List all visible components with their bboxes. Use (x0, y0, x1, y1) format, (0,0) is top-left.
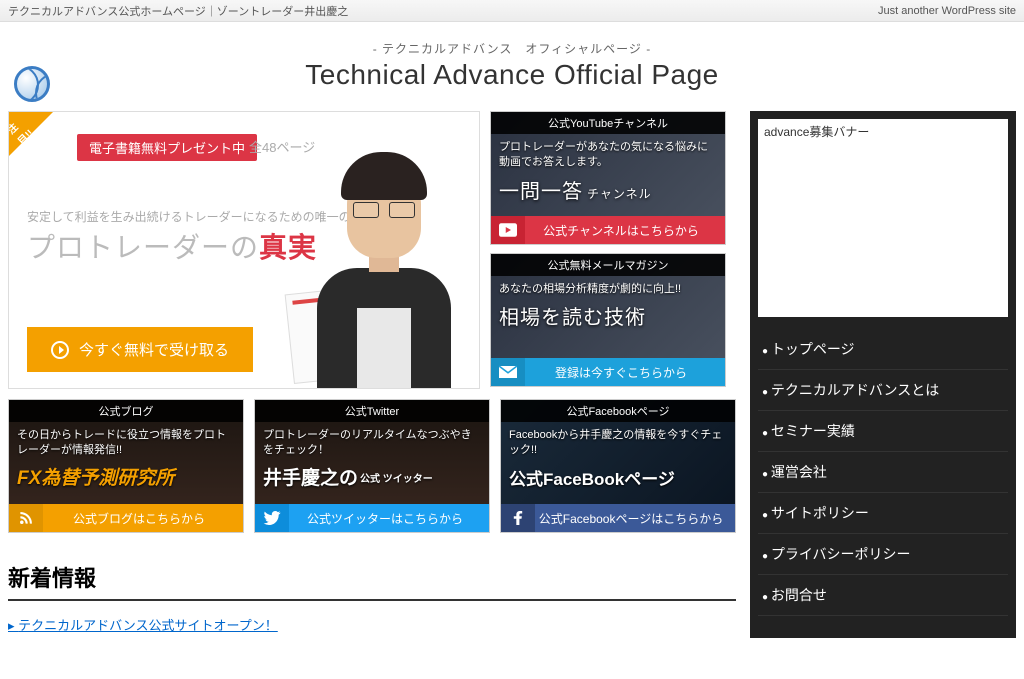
facebook-card[interactable]: 公式Facebookページ Facebookから井手慶之の情報を今すぐチェック!… (500, 399, 736, 533)
card-title: FX為替予測研究所 (9, 461, 243, 492)
mailmag-card[interactable]: 公式無料メールマガジン あなたの相場分析精度が劇的に向上!! 相場を読む技術 登… (490, 253, 726, 387)
rss-icon (9, 504, 43, 532)
header: - テクニカルアドバンス オフィシャルページ - Technical Advan… (0, 22, 1024, 111)
sidebar-banner[interactable]: advance募集バナー (758, 119, 1008, 317)
card-footer-label: 公式ブログはこちらから (43, 510, 243, 527)
card-title: 井手慶之の公式 ツイッター (255, 461, 489, 492)
twitter-icon (255, 504, 289, 532)
sidebar-item-sitepolicy[interactable]: サイトポリシー (758, 493, 1008, 534)
header-title: Technical Advance Official Page (305, 59, 718, 91)
card-footer[interactable]: 公式Facebookページはこちらから (501, 504, 735, 532)
card-description: プロトレーダーがあなたの気になる悩みに動画でお答えします。 (491, 134, 725, 173)
blog-card[interactable]: 公式ブログ その日からトレードに役立つ情報をプロトレーダーが情報発信!! FX為… (8, 399, 244, 533)
card-footer[interactable]: 公式ツイッターはこちらから (255, 504, 489, 532)
card-footer[interactable]: 登録は今すぐこちらから (491, 358, 725, 386)
mail-icon (491, 358, 525, 386)
card-footer[interactable]: 公式ブログはこちらから (9, 504, 243, 532)
twitter-card[interactable]: 公式Twitter プロトレーダーのリアルタイムなつぶやきをチェック！ 井手慶之… (254, 399, 490, 533)
play-circle-icon (51, 341, 69, 359)
news-section: 新着情報 テクニカルアドバンス公式サイトオープン！ (8, 561, 736, 638)
site-logo[interactable] (14, 66, 50, 102)
main-content: 注目!! 電子書籍無料プレゼント中 全48ページ 安定して利益を生み出続けるトレ… (8, 111, 736, 638)
topbar-left: テクニカルアドバンス公式ホームページ｜ゾーントレーダー井出慶之 (8, 3, 348, 19)
hero-badge: 電子書籍無料プレゼント中 (77, 134, 257, 161)
sidebar-item-about[interactable]: テクニカルアドバンスとは (758, 370, 1008, 411)
youtube-icon (491, 216, 525, 244)
card-header: 公式Twitter (255, 400, 489, 422)
card-header: 公式ブログ (9, 400, 243, 422)
facebook-icon (501, 504, 535, 532)
card-title: 公式FaceBookページ (501, 461, 735, 494)
card-header: 公式無料メールマガジン (491, 254, 725, 276)
card-footer[interactable]: 公式チャンネルはこちらから (491, 216, 725, 244)
sidebar-item-company[interactable]: 運営会社 (758, 452, 1008, 493)
card-header: 公式YouTubeチャンネル (491, 112, 725, 134)
card-header: 公式Facebookページ (501, 400, 735, 422)
card-description: Facebookから井手慶之の情報を今すぐチェック!! (501, 422, 735, 461)
hero-cta-button[interactable]: 今すぐ無料で受け取る (27, 327, 253, 372)
hero-cta-label: 今すぐ無料で受け取る (79, 339, 229, 360)
youtube-card[interactable]: 公式YouTubeチャンネル プロトレーダーがあなたの気になる悩みに動画でお答え… (490, 111, 726, 245)
card-description: プロトレーダーのリアルタイムなつぶやきをチェック！ (255, 422, 489, 461)
card-title: 一問一答チャンネル (491, 173, 725, 206)
sidebar-item-contact[interactable]: お問合せ (758, 575, 1008, 616)
card-footer-label: 公式ツイッターはこちらから (289, 510, 489, 527)
sidebar-item-privacy[interactable]: プライバシーポリシー (758, 534, 1008, 575)
news-link[interactable]: テクニカルアドバンス公式サイトオープン！ (8, 611, 736, 638)
card-footer-label: 登録は今すぐこちらから (525, 364, 725, 381)
card-footer-label: 公式Facebookページはこちらから (535, 510, 735, 527)
hero-banner[interactable]: 注目!! 電子書籍無料プレゼント中 全48ページ 安定して利益を生み出続けるトレ… (8, 111, 480, 389)
header-subtitle: - テクニカルアドバンス オフィシャルページ - (305, 40, 718, 57)
topbar: テクニカルアドバンス公式ホームページ｜ゾーントレーダー井出慶之 Just ano… (0, 0, 1024, 22)
card-description: その日からトレードに役立つ情報をプロトレーダーが情報発信!! (9, 422, 243, 461)
attention-corner: 注目!! (9, 112, 53, 156)
sidebar-nav: トップページ テクニカルアドバンスとは セミナー実績 運営会社 サイトポリシー … (758, 329, 1008, 616)
card-title: 相場を読む技術 (491, 299, 725, 332)
sidebar: advance募集バナー トップページ テクニカルアドバンスとは セミナー実績 … (750, 111, 1016, 638)
sidebar-item-top[interactable]: トップページ (758, 329, 1008, 370)
card-description: あなたの相場分析精度が劇的に向上!! (491, 276, 725, 299)
topbar-right: Just another WordPress site (878, 5, 1016, 17)
card-footer-label: 公式チャンネルはこちらから (525, 222, 725, 239)
sidebar-item-seminar[interactable]: セミナー実績 (758, 411, 1008, 452)
person-photo (297, 150, 471, 388)
news-heading: 新着情報 (8, 561, 736, 601)
hero-headline: プロトレーダーの真実 (27, 226, 317, 266)
